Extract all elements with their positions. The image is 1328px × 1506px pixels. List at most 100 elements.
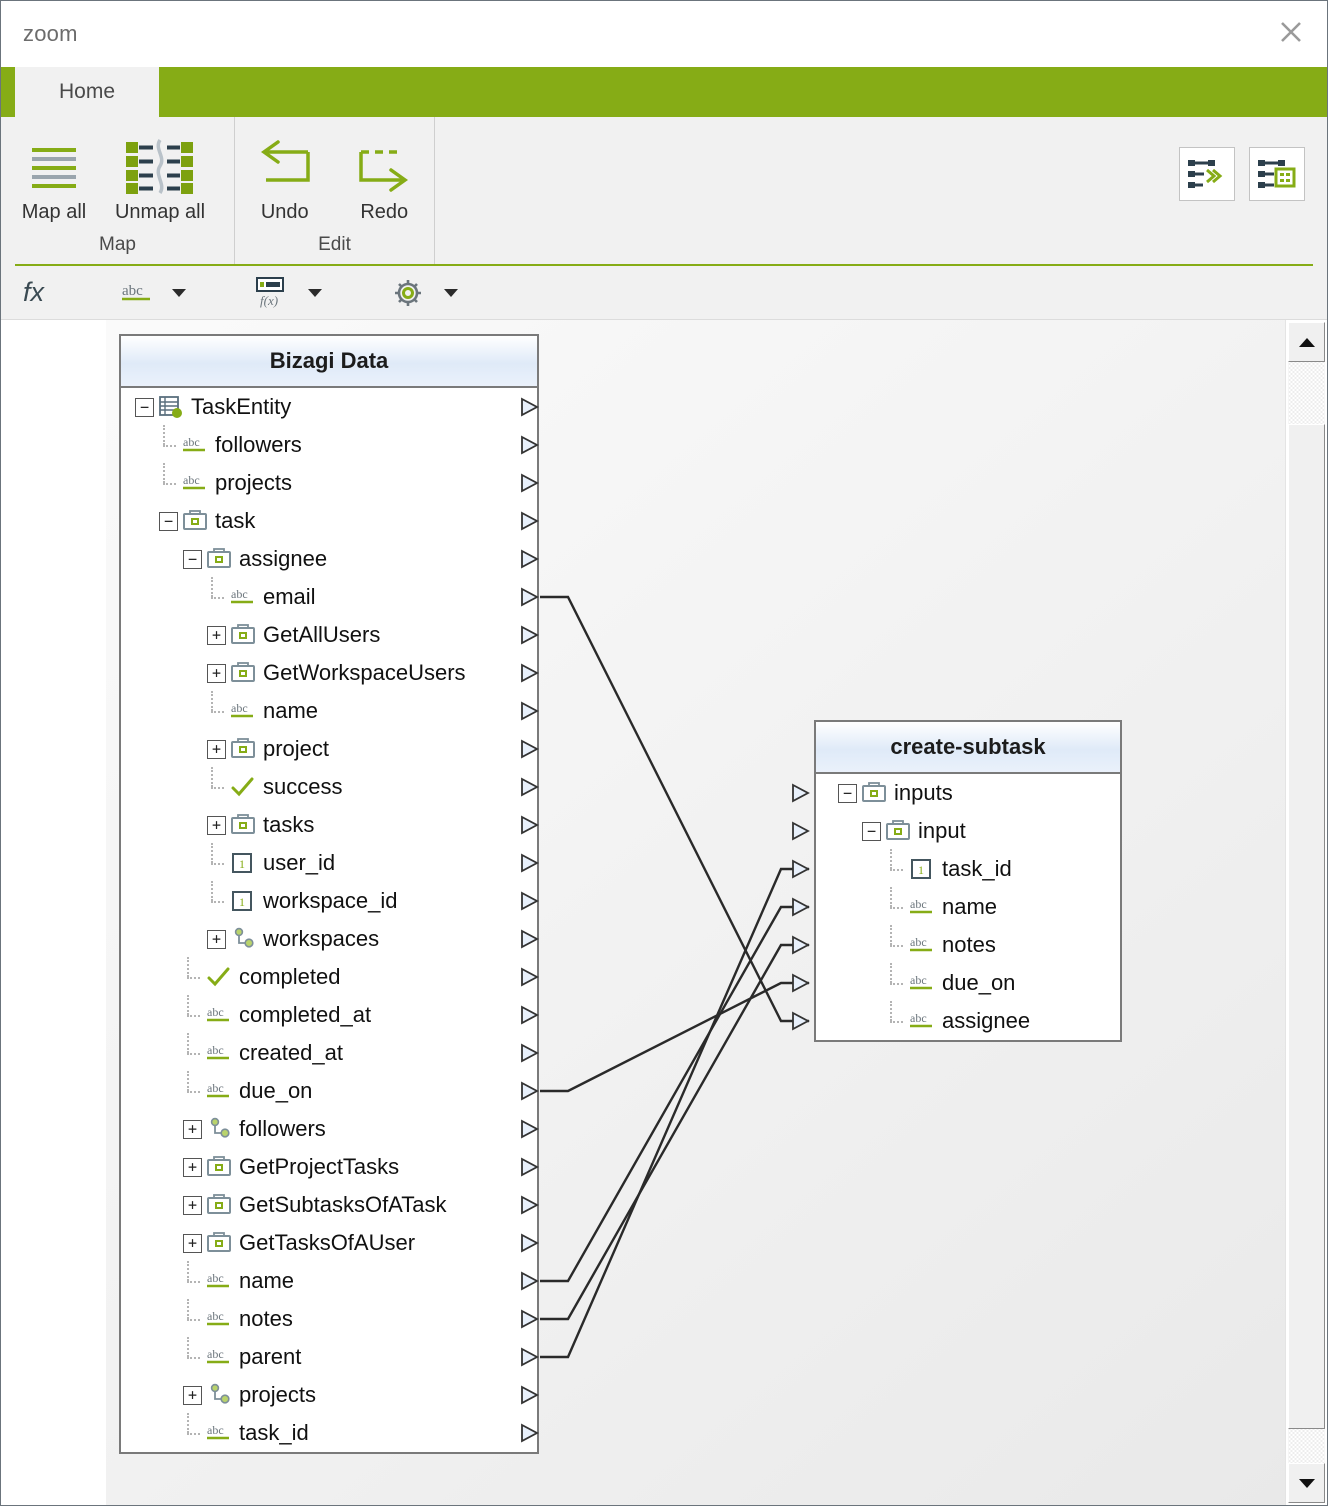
mapping-port[interactable] (519, 1271, 541, 1291)
source-panel[interactable]: Bizagi Data − TaskEntity abc followers abc pr… (119, 334, 539, 1454)
mapping-port[interactable] (519, 1195, 541, 1215)
scroll-track-upper[interactable] (1288, 362, 1325, 424)
tree-row[interactable]: + GetTasksOfAUser (121, 1224, 539, 1262)
tree-row[interactable]: abc email (121, 576, 539, 616)
tree-row[interactable]: abc created_at (121, 1032, 539, 1072)
tree-row[interactable]: + GetSubtasksOfATask (121, 1186, 539, 1224)
expand-toggle[interactable]: + (183, 1385, 202, 1405)
mapping-port[interactable] (519, 1157, 541, 1177)
string-function-dropdown-icon[interactable] (172, 288, 187, 297)
mapping-link[interactable] (540, 943, 809, 1321)
tree-row[interactable]: abc projects (121, 462, 539, 502)
mapping-port[interactable] (519, 625, 541, 645)
mapping-port[interactable] (790, 783, 812, 803)
expand-toggle[interactable]: + (183, 1157, 202, 1177)
map-all-button[interactable]: Map all (1, 123, 107, 224)
mapping-port[interactable] (790, 1011, 812, 1031)
scroll-thumb[interactable] (1288, 424, 1325, 1429)
mapping-port[interactable] (790, 935, 812, 955)
tree-row[interactable]: abc notes (792, 924, 1120, 964)
mapping-port[interactable] (519, 701, 541, 721)
scroll-track-lower[interactable] (1288, 1429, 1325, 1463)
tree-row[interactable]: + GetProjectTasks (121, 1148, 539, 1186)
tree-row[interactable]: abc name (121, 690, 539, 730)
mapping-link[interactable] (540, 595, 809, 1023)
mapping-port[interactable] (519, 435, 541, 455)
settings-gear-icon[interactable] (384, 266, 432, 319)
tree-row[interactable]: + followers (121, 1110, 539, 1148)
tree-row[interactable]: − task (121, 502, 539, 540)
mapping-port[interactable] (519, 1081, 541, 1101)
mapping-port[interactable] (790, 821, 812, 841)
tree-row[interactable]: + GetAllUsers (121, 616, 539, 654)
collapse-toggle[interactable]: − (838, 783, 857, 803)
tree-row[interactable]: abc task_id (121, 1412, 539, 1452)
string-function-icon[interactable]: abc (114, 266, 160, 319)
vertical-scrollbar[interactable] (1285, 320, 1327, 1505)
tree-row[interactable]: − TaskEntity (121, 388, 539, 426)
mapping-port[interactable] (519, 1233, 541, 1253)
mapping-port[interactable] (790, 859, 812, 879)
tree-row[interactable]: abc name (792, 886, 1120, 926)
tree-row[interactable]: abc name (121, 1260, 539, 1300)
collapse-toggle[interactable]: − (159, 511, 178, 531)
tree-row[interactable]: completed (121, 956, 539, 996)
mapping-port[interactable] (790, 897, 812, 917)
mapping-port[interactable] (519, 1043, 541, 1063)
collapse-toggle[interactable]: − (135, 397, 154, 417)
tree-row[interactable]: abc due_on (792, 962, 1120, 1002)
tree-row[interactable]: + workspaces (121, 920, 539, 958)
mapping-port[interactable] (519, 587, 541, 607)
tree-row[interactable]: + project (121, 730, 539, 768)
mapping-port[interactable] (519, 929, 541, 949)
mapping-link[interactable] (540, 981, 809, 1093)
mapping-port[interactable] (519, 777, 541, 797)
tree-row[interactable]: 1 workspace_id (121, 880, 539, 920)
mapping-port[interactable] (519, 891, 541, 911)
mapping-port[interactable] (790, 973, 812, 993)
mapping-port[interactable] (519, 473, 541, 493)
expand-toggle[interactable]: + (183, 1119, 202, 1139)
mapping-port[interactable] (519, 739, 541, 759)
tab-home[interactable]: Home (15, 67, 159, 117)
tree-row[interactable]: abc notes (121, 1298, 539, 1338)
expand-toggle[interactable]: + (207, 663, 226, 683)
auto-map-icon[interactable] (1179, 147, 1235, 201)
collapse-toggle[interactable]: − (862, 821, 881, 841)
tree-row[interactable]: − input (792, 812, 1120, 850)
tree-row[interactable]: abc parent (121, 1336, 539, 1376)
tree-row[interactable]: abc due_on (121, 1070, 539, 1110)
mapping-canvas[interactable]: Bizagi Data − TaskEntity abc followers abc pr… (1, 320, 1285, 1505)
collapse-toggle[interactable]: − (183, 549, 202, 569)
tree-row[interactable]: + GetWorkspaceUsers (121, 654, 539, 692)
tree-row[interactable]: + tasks (121, 806, 539, 844)
close-icon[interactable] (1265, 9, 1317, 55)
tree-row[interactable]: abc followers (121, 424, 539, 464)
mapping-port[interactable] (519, 663, 541, 683)
mapping-port[interactable] (519, 815, 541, 835)
tree-row[interactable]: + projects (121, 1376, 539, 1414)
mapping-port[interactable] (519, 1423, 541, 1443)
expand-toggle[interactable]: + (183, 1195, 202, 1215)
mapping-port[interactable] (519, 1005, 541, 1025)
tree-row[interactable]: 1 task_id (792, 848, 1120, 888)
numeric-function-dropdown-icon[interactable] (308, 288, 323, 297)
mapping-link[interactable] (540, 905, 809, 1283)
expand-toggle[interactable]: + (207, 625, 226, 645)
numeric-function-icon[interactable]: f(x) (248, 266, 296, 319)
unmap-all-button[interactable]: Unmap all (107, 123, 213, 224)
scroll-down-arrow-icon[interactable] (1288, 1463, 1325, 1503)
map-properties-icon[interactable] (1249, 147, 1305, 201)
mapping-link[interactable] (540, 867, 809, 1359)
mapping-port[interactable] (519, 1119, 541, 1139)
tree-row[interactable]: 1 user_id (121, 842, 539, 882)
mapping-port[interactable] (519, 967, 541, 987)
expand-toggle[interactable]: + (207, 739, 226, 759)
mapping-port[interactable] (519, 1347, 541, 1367)
tree-row[interactable]: success (121, 766, 539, 806)
mapping-port[interactable] (519, 511, 541, 531)
scroll-up-arrow-icon[interactable] (1288, 322, 1325, 362)
mapping-port[interactable] (519, 1309, 541, 1329)
fx-icon[interactable]: fx (1, 277, 62, 308)
undo-button[interactable]: Undo (235, 123, 335, 224)
